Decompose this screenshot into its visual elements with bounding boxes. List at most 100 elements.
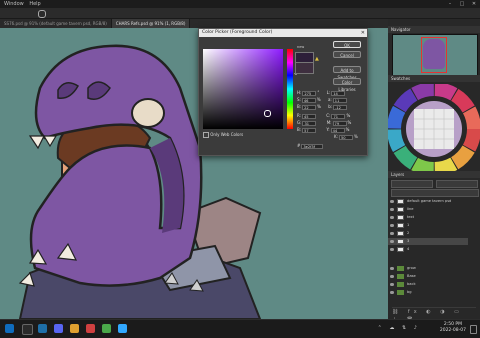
r-input[interactable]: 45 (302, 113, 317, 119)
add-to-swatches-button[interactable]: Add to Swatches (333, 66, 361, 80)
layer-row[interactable]: 1 (388, 222, 468, 229)
window-controls: – □ ✕ (444, 0, 480, 8)
eye-icon[interactable] (390, 224, 394, 227)
l-input[interactable]: 14 (331, 90, 346, 96)
field-row-r: R: 45 C: 71% (297, 113, 351, 119)
options-bar (0, 8, 480, 19)
search-icon[interactable] (22, 324, 33, 335)
field-row-g: G: 31 M: 79% (297, 120, 352, 126)
only-web-colors-label: Only Web Colors (210, 132, 244, 137)
eye-icon[interactable] (390, 232, 394, 235)
layer-name: Base (407, 274, 416, 278)
only-web-colors-row: Only Web Colors (203, 132, 243, 138)
ok-button[interactable]: OK (333, 41, 361, 48)
layer-row[interactable]: line (388, 206, 468, 213)
color-selector-ring[interactable] (264, 110, 271, 117)
layer-name: grow (407, 266, 416, 270)
eye-icon[interactable] (390, 208, 394, 211)
close-icon[interactable]: ✕ (468, 0, 480, 8)
layer-row[interactable]: 4 (388, 246, 468, 253)
hex-row: #3e2f3f (297, 143, 324, 149)
hex-input[interactable]: 3e2f3f (301, 143, 324, 149)
layer-thumbnail (397, 207, 404, 212)
opacity-select[interactable] (436, 180, 478, 188)
menu-window[interactable]: Window (4, 1, 24, 7)
field-row-s: S: 46% a: 11 (297, 97, 348, 103)
maximize-icon[interactable]: □ (456, 0, 468, 8)
steam-icon[interactable] (38, 324, 47, 333)
s-input[interactable]: 46 (301, 97, 316, 103)
folder-icon (397, 282, 404, 287)
notification-icon[interactable] (470, 325, 477, 334)
start-icon[interactable] (5, 324, 14, 333)
lab-b-input[interactable]: -12 (333, 104, 348, 110)
layer-group[interactable]: grow (388, 265, 468, 272)
hue-slider[interactable] (287, 49, 293, 129)
color-libraries-button[interactable]: Color Libraries (333, 78, 361, 92)
a-input[interactable]: 11 (332, 97, 347, 103)
layer-row[interactable]: text (388, 214, 468, 221)
layer-name: 3 (407, 239, 410, 243)
blend-mode-select[interactable] (391, 180, 433, 188)
m-input[interactable]: 79 (332, 120, 347, 126)
lock-row[interactable] (391, 189, 479, 197)
app-icon[interactable] (86, 324, 95, 333)
eye-icon[interactable] (390, 275, 394, 278)
blue-input[interactable]: 57 (302, 127, 317, 133)
layer-row[interactable]: default game tavern psd (388, 198, 468, 205)
cancel-button[interactable]: Cancel (333, 51, 361, 58)
swatches-panel-title[interactable]: Swatches (388, 75, 480, 82)
eye-icon[interactable] (390, 216, 394, 219)
gamut-warning-icon: ▲ (315, 56, 319, 62)
tab-ss76[interactable]: SS76.psd @ 91% (default game tavern psd,… (0, 19, 112, 28)
layer-group[interactable]: back (388, 281, 468, 288)
only-web-colors-checkbox[interactable] (203, 132, 209, 138)
folder-icon (397, 290, 404, 295)
app-icon[interactable] (102, 324, 111, 333)
eye-icon[interactable] (390, 240, 394, 243)
photoshop-icon[interactable] (118, 324, 127, 333)
folder-icon (397, 266, 404, 271)
eye-icon[interactable] (390, 291, 394, 294)
layer-thumbnail (397, 231, 404, 236)
field-row-h: H: 275 ° L: 14 (297, 90, 346, 96)
layer-name: line (407, 207, 414, 211)
navigator-panel-title[interactable]: Navigator (388, 26, 480, 33)
new-label: new (297, 45, 305, 49)
h-input[interactable]: 275 (302, 90, 317, 96)
layer-group[interactable]: bg (388, 289, 468, 296)
layer-row[interactable]: 2 (388, 230, 468, 237)
g-input[interactable]: 31 (302, 120, 317, 126)
system-tray-icons[interactable]: ⌃ ☁ ⇅ ♪ (378, 325, 420, 331)
menu-help[interactable]: Help (29, 1, 40, 7)
layer-thumbnail (397, 199, 404, 204)
layers-panel-title[interactable]: Layers (388, 171, 480, 178)
color-field[interactable] (203, 49, 283, 129)
discord-icon[interactable] (54, 324, 63, 333)
layers-footer-icons[interactable]: ⛓ fx ◐ ◑ ▭ ＋ 🗑 (392, 307, 476, 323)
eye-icon[interactable] (390, 283, 394, 286)
eye-icon[interactable] (390, 267, 394, 270)
y-input[interactable]: 44 (330, 127, 345, 133)
clock[interactable]: 2:50 PM 2022-08-07 (440, 322, 466, 334)
layer-name: back (407, 282, 416, 286)
layer-group[interactable]: Base (388, 273, 468, 280)
clock-date: 2022-08-07 (439, 328, 466, 333)
tab-chars-refs[interactable]: CHARS Refs.psd @ 91% (1, RGB/8) (111, 19, 191, 28)
menu-bar: Window Help (0, 0, 480, 8)
k-input[interactable]: 50 (338, 134, 353, 140)
field-row-k: K: 50% (334, 134, 358, 140)
field-row-b: B: 22% b: -12 (297, 104, 348, 110)
dialog-close-icon[interactable]: ✕ (361, 29, 365, 37)
swatches-wheel[interactable] (388, 84, 480, 174)
b-input[interactable]: 22 (302, 104, 317, 110)
navigator-thumbnail[interactable] (392, 34, 478, 80)
file-explorer-icon[interactable] (70, 324, 79, 333)
tool-preset-icon[interactable] (38, 10, 46, 18)
minimize-icon[interactable]: – (444, 0, 456, 8)
eye-icon[interactable] (390, 248, 394, 251)
layer-row-selected[interactable]: 3 (388, 238, 468, 245)
current-color-swatch[interactable] (295, 62, 314, 74)
eye-icon[interactable] (390, 200, 394, 203)
c-input[interactable]: 71 (331, 113, 346, 119)
